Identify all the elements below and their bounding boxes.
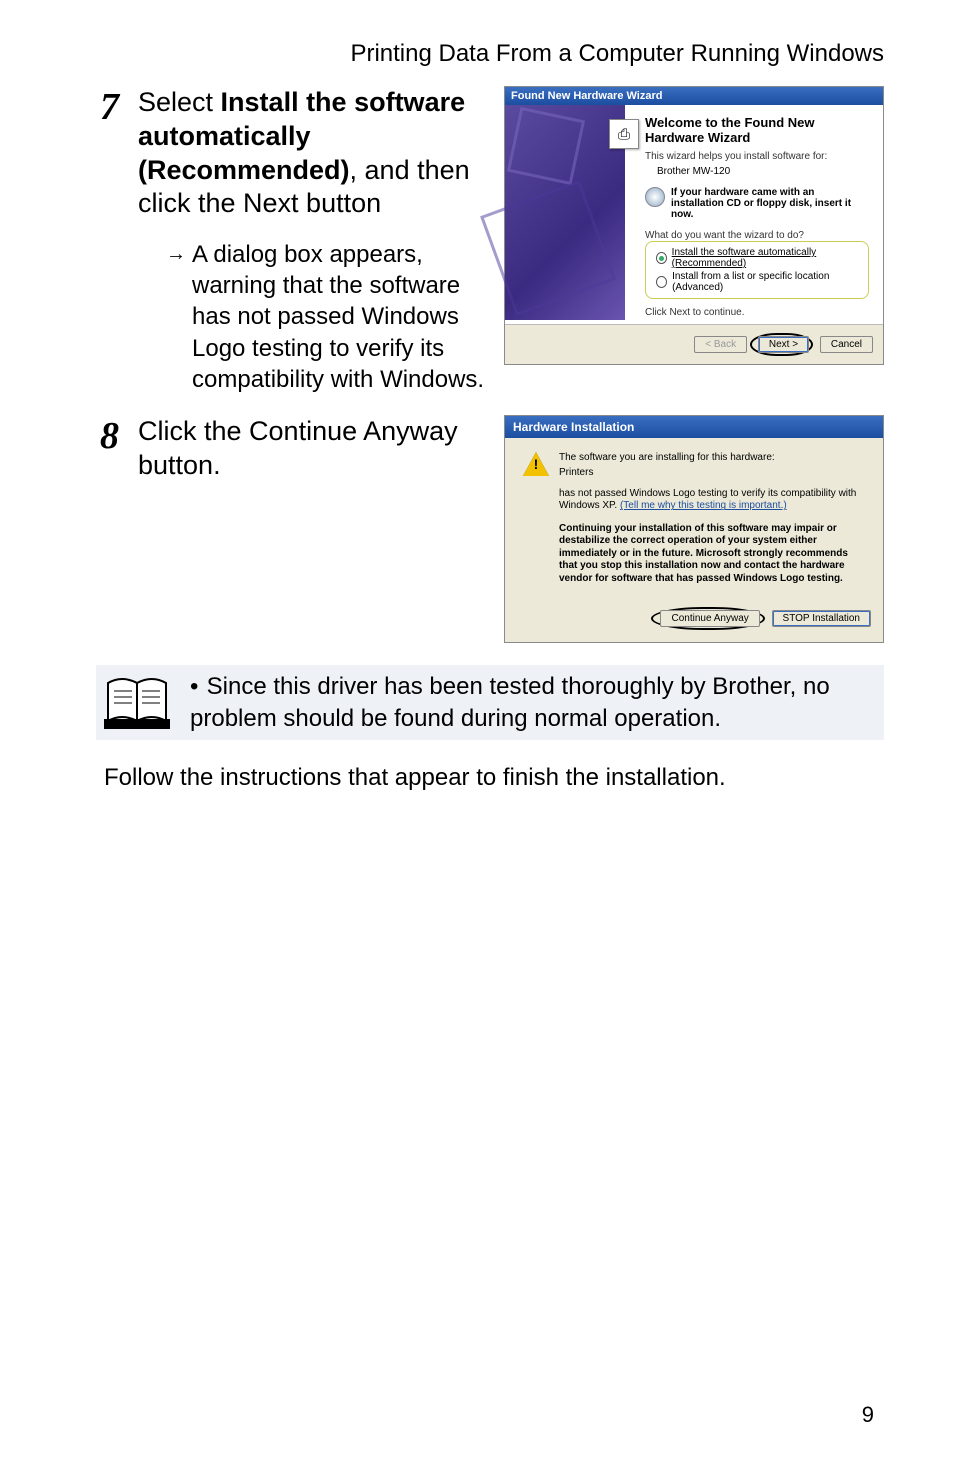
cd-icon bbox=[645, 187, 665, 207]
hwinst-warning-paragraph: Continuing your installation of this sof… bbox=[559, 523, 865, 586]
note-text: • Since this driver has been tested thor… bbox=[190, 671, 874, 733]
page-header: Printing Data From a Computer Running Wi… bbox=[100, 40, 884, 68]
wizard-device: Brother MW-120 bbox=[657, 166, 869, 177]
step-7-sublist: → A dialog box appears, warning that the… bbox=[138, 239, 492, 395]
wizard-opt-auto[interactable]: Install the software automatically (Reco… bbox=[656, 247, 864, 269]
continue-anyway-button[interactable]: Continue Anyway bbox=[660, 610, 759, 627]
note-box: • Since this driver has been tested thor… bbox=[96, 665, 884, 739]
step-7-number: 7 bbox=[100, 88, 138, 126]
wizard-side-graphic: ⎙ bbox=[505, 105, 625, 320]
book-icon bbox=[102, 671, 172, 733]
step-7-pre: Select bbox=[138, 87, 221, 117]
step-8-text: Click the Continue Anyway button. bbox=[138, 416, 458, 480]
hwinst-line2: Printers bbox=[559, 467, 775, 478]
step-7: 7 Select Install the software automatica… bbox=[100, 86, 884, 395]
continue-button-highlight: Continue Anyway bbox=[651, 607, 764, 630]
wizard-opt2-label: Install from a list or specific location… bbox=[672, 271, 864, 293]
hwinst-screenshot: Hardware Installation ! The software you… bbox=[504, 415, 884, 644]
wizard-click-next: Click Next to continue. bbox=[645, 307, 869, 318]
follow-instructions: Follow the instructions that appear to f… bbox=[104, 762, 884, 794]
step-8-number: 8 bbox=[100, 417, 138, 455]
stop-installation-button[interactable]: STOP Installation bbox=[772, 610, 871, 627]
warning-icon: ! bbox=[523, 452, 549, 476]
next-button-highlight: Next > bbox=[750, 333, 813, 356]
wizard-question: What do you want the wizard to do? bbox=[645, 230, 869, 241]
radio-unselected-icon bbox=[656, 276, 667, 288]
note-content: Since this driver has been tested thorou… bbox=[190, 673, 830, 731]
next-button[interactable]: Next > bbox=[758, 336, 809, 353]
hwinst-compat: has not passed Windows Logo testing to v… bbox=[559, 488, 865, 513]
wizard-opt-advanced[interactable]: Install from a list or specific location… bbox=[656, 271, 864, 293]
device-icon: ⎙ bbox=[609, 119, 639, 149]
wizard-opt1-label: Install the software automatically (Reco… bbox=[672, 247, 864, 269]
step-7-sub-text: A dialog box appears, warning that the s… bbox=[192, 241, 484, 393]
wizard-titlebar: Found New Hardware Wizard bbox=[505, 87, 883, 105]
wizard-cd-text: If your hardware came with an installati… bbox=[671, 187, 869, 220]
cancel-button[interactable]: Cancel bbox=[820, 336, 873, 353]
back-button: < Back bbox=[694, 336, 747, 353]
hwinst-compat-link[interactable]: (Tell me why this testing is important.) bbox=[620, 500, 787, 511]
page-number: 9 bbox=[862, 1402, 874, 1428]
radio-selected-icon bbox=[656, 252, 667, 264]
arrow-icon: → bbox=[166, 241, 186, 267]
step-8-body: Click the Continue Anyway button. bbox=[138, 415, 504, 483]
step-7-body: Select Install the software automaticall… bbox=[138, 86, 504, 395]
hwinst-titlebar: Hardware Installation bbox=[505, 416, 883, 438]
wizard-screenshot: Found New Hardware Wizard ⎙ Welcome to t… bbox=[504, 86, 884, 365]
hwinst-line1: The software you are installing for this… bbox=[559, 452, 775, 463]
step-8: 8 Click the Continue Anyway button. Hard… bbox=[100, 415, 884, 644]
wizard-heading: Welcome to the Found New Hardware Wizard bbox=[645, 115, 869, 145]
wizard-intro: This wizard helps you install software f… bbox=[645, 151, 869, 162]
